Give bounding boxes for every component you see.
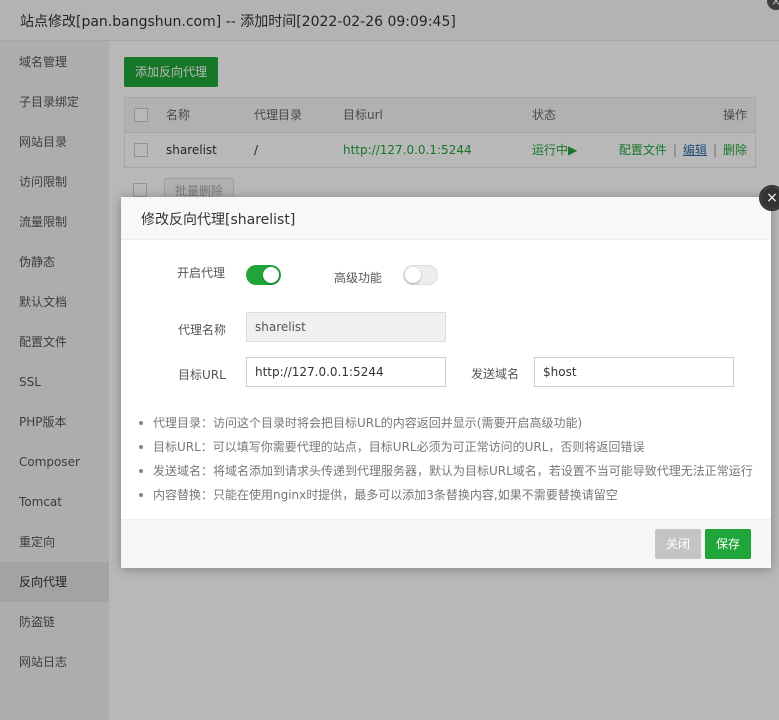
target-url-input[interactable]: http://127.0.0.1:5244 [246,357,446,387]
dialog-header: 修改反向代理[sharelist] [121,197,771,240]
toggle-knob [263,267,279,283]
enable-proxy-toggle[interactable] [246,265,281,285]
save-button[interactable]: 保存 [705,529,751,559]
tip-item: 代理目录：访问这个目录时将会把目标URL的内容返回并显示(需要开启高级功能) [137,411,757,435]
send-domain-label: 发送域名 [471,367,520,381]
proxy-name-label: 代理名称 [178,323,227,337]
send-domain-input[interactable]: $host [534,357,734,387]
dialog-footer: 关闭 保存 [121,519,771,568]
proxy-name-field[interactable]: sharelist [246,312,446,342]
enable-proxy-label: 开启代理 [177,266,226,280]
toggle-knob [405,267,421,283]
advanced-toggle[interactable] [403,265,438,285]
dialog-title: 修改反向代理[sharelist] [141,212,296,228]
tip-item: 发送域名：将域名添加到请求头传递到代理服务器，默认为目标URL域名，若设置不当可… [137,459,757,483]
dialog-close-icon[interactable]: × [759,185,779,211]
tip-item: 内容替换：只能在使用nginx时提供，最多可以添加3条替换内容,如果不需要替换请… [137,483,757,507]
advanced-label: 高级功能 [334,271,383,285]
tip-item: 目标URL：可以填写你需要代理的站点，目标URL必须为可正常访问的URL，否则将… [137,435,757,459]
tips-list: 代理目录：访问这个目录时将会把目标URL的内容返回并显示(需要开启高级功能) 目… [137,411,757,507]
target-url-label: 目标URL [178,368,226,382]
edit-proxy-dialog: 修改反向代理[sharelist] × 开启代理 高级功能 代理名称 share… [121,185,779,568]
close-icon[interactable]: × [761,187,779,209]
close-button[interactable]: 关闭 [655,529,701,559]
